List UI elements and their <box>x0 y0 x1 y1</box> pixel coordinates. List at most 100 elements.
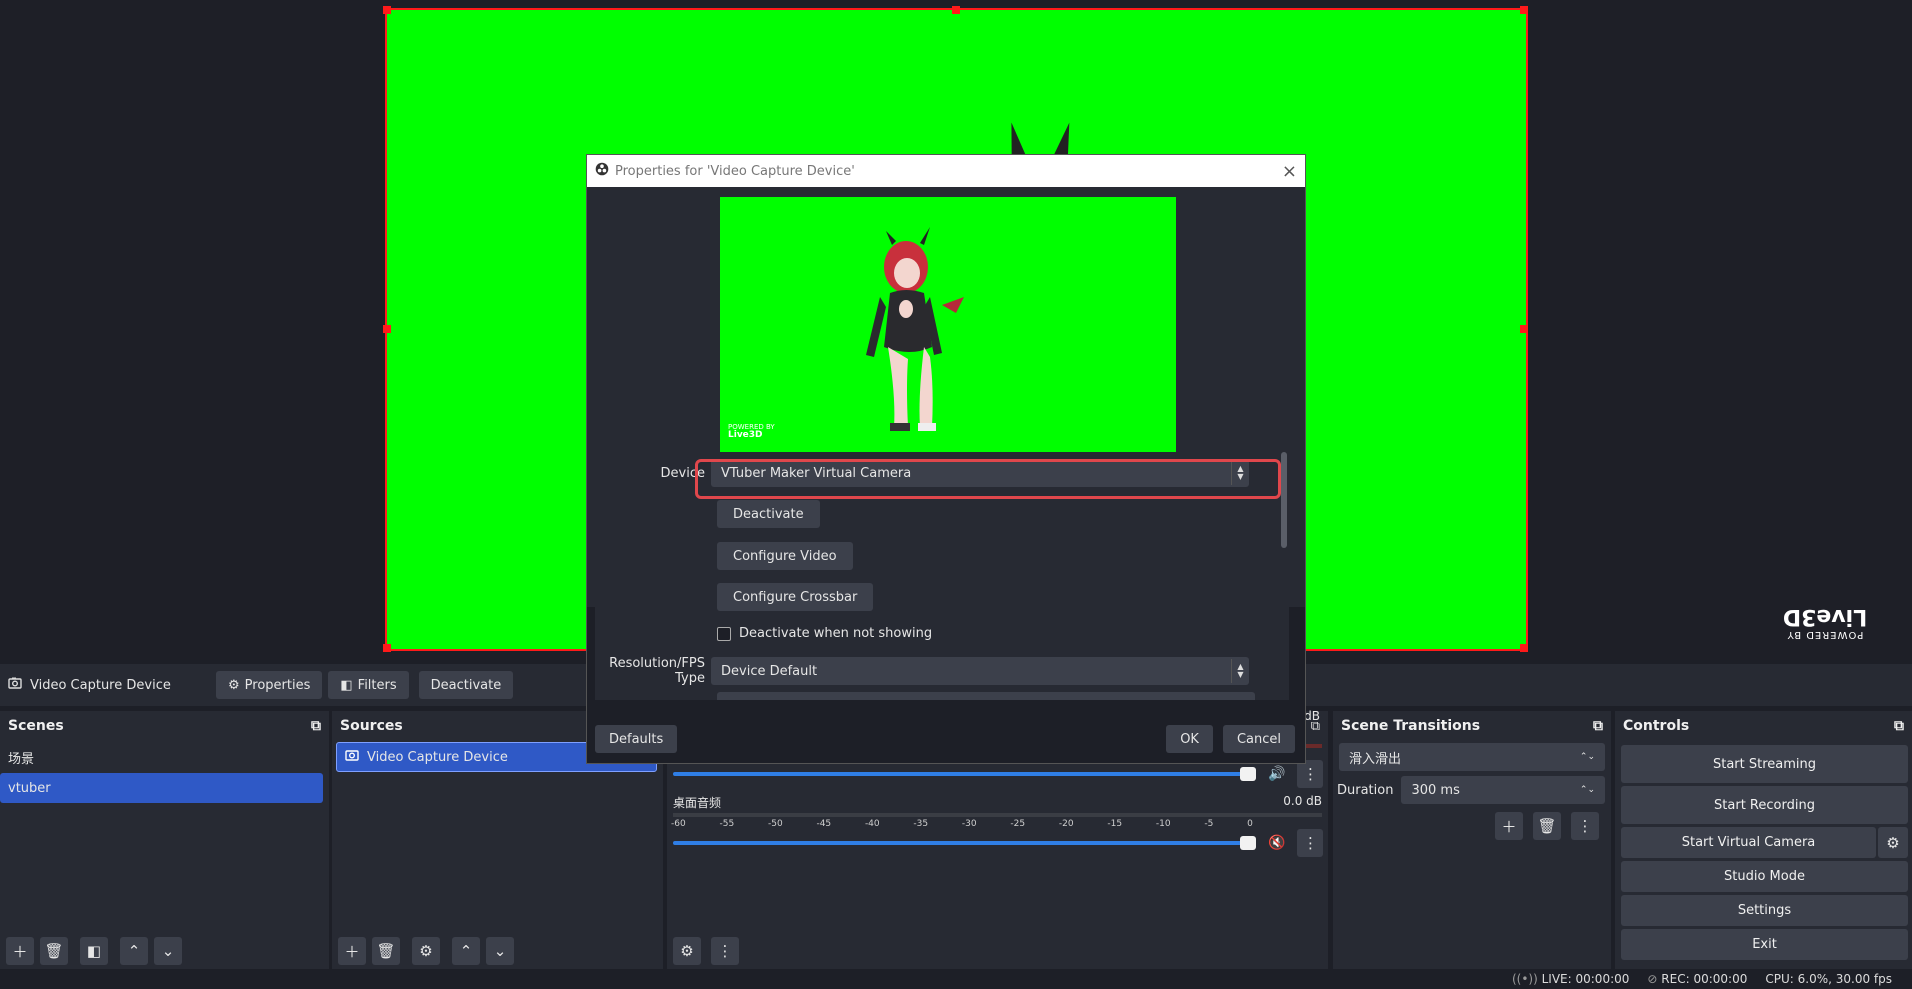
resize-handle-tc[interactable] <box>952 6 960 14</box>
add-source-button[interactable]: ＋ <box>338 937 366 965</box>
undock-icon[interactable]: ⧉ <box>1894 718 1904 734</box>
remove-scene-button[interactable]: 🗑 <box>40 937 68 965</box>
cancel-button[interactable]: Cancel <box>1222 725 1295 753</box>
channel-menu-button[interactable]: ⋮ <box>1297 760 1324 788</box>
move-source-up-button[interactable]: ⌃ <box>452 937 480 965</box>
scale-tick: -30 <box>961 819 977 829</box>
scale-tick: -40 <box>864 819 880 829</box>
character-figure <box>866 227 964 431</box>
live3d-watermark: POWERED BY Live3D <box>728 423 775 440</box>
toolbar-deactivate-label: Deactivate <box>430 677 502 693</box>
scene-filters-button[interactable]: ◧ <box>80 937 108 965</box>
mixer-menu-button[interactable]: ⋮ <box>711 937 739 965</box>
undock-icon[interactable]: ⧉ <box>1593 718 1603 734</box>
resize-handle-mr[interactable] <box>1520 325 1528 333</box>
duration-spinbox[interactable]: 300 ms ⌃⌄ <box>1401 776 1605 804</box>
sources-footer: ＋ 🗑 ⚙ ⌃ ⌄ <box>338 937 514 965</box>
rec-status: ⊘ REC: 00:00:00 <box>1647 972 1747 986</box>
resize-handle-tl[interactable] <box>383 6 391 14</box>
scene-item[interactable]: 场景 <box>0 742 323 772</box>
move-scene-up-button[interactable]: ⌃ <box>120 937 148 965</box>
transitions-title: Scene Transitions <box>1341 718 1481 734</box>
settings-button[interactable]: Settings <box>1621 895 1908 926</box>
move-scene-down-button[interactable]: ⌄ <box>154 937 182 965</box>
more-vertical-icon: ⋮ <box>1302 834 1318 852</box>
deactivate-when-not-showing-checkbox[interactable] <box>717 626 731 641</box>
scale-tick: -5 <box>1204 819 1214 829</box>
camera-icon <box>8 677 22 693</box>
configure-crossbar-row: Configure Crossbar <box>717 583 874 611</box>
gear-icon: ⚙ <box>419 942 433 960</box>
studio-mode-button[interactable]: Studio Mode <box>1621 861 1908 892</box>
chevron-down-icon: ⌄ <box>161 942 175 960</box>
speaker-icon[interactable]: 🔊 <box>1268 766 1285 782</box>
start-streaming-button[interactable]: Start Streaming <box>1621 745 1908 783</box>
volume-slider[interactable] <box>673 767 1256 781</box>
deactivate-when-not-showing-row: Deactivate when not showing <box>717 626 932 641</box>
obs-logo-icon <box>595 162 609 180</box>
move-source-down-button[interactable]: ⌄ <box>486 937 514 965</box>
undock-icon[interactable]: ⧉ <box>311 718 321 734</box>
configure-video-row: Configure Video <box>717 542 853 570</box>
duration-label: Duration <box>1337 782 1394 798</box>
scene-item[interactable]: vtuber <box>0 773 323 803</box>
remove-transition-button[interactable]: 🗑 <box>1533 812 1561 840</box>
exit-button[interactable]: Exit <box>1621 929 1908 960</box>
plus-icon: ＋ <box>344 942 360 961</box>
virtual-camera-settings-button[interactable]: ⚙ <box>1878 827 1908 858</box>
close-icon[interactable]: × <box>1282 161 1297 182</box>
properties-button[interactable]: ⚙ Properties <box>216 671 323 699</box>
toolbar-deactivate-button[interactable]: Deactivate <box>418 671 514 699</box>
form-scrollbar[interactable] <box>1281 452 1287 548</box>
chevron-up-icon: ⌃ <box>127 942 141 960</box>
configure-crossbar-label: Configure Crossbar <box>733 589 858 605</box>
resize-handle-bl[interactable] <box>383 644 391 652</box>
dialog-preview-video: POWERED BY Live3D <box>720 197 1176 453</box>
configure-crossbar-button[interactable]: Configure Crossbar <box>717 583 874 611</box>
scale-tick: -45 <box>816 819 832 829</box>
source-properties-button[interactable]: ⚙ <box>412 937 440 965</box>
controls-dock: Controls ⧉ Start Streaming Start Recordi… <box>1615 711 1912 969</box>
defaults-button[interactable]: Defaults <box>595 725 678 753</box>
more-vertical-icon: ⋮ <box>1302 765 1318 783</box>
controls-header: Controls ⧉ <box>1615 711 1912 741</box>
advanced-audio-button[interactable]: ⚙ <box>673 937 701 965</box>
rec-time: REC: 00:00:00 <box>1661 972 1748 986</box>
volume-slider[interactable] <box>673 836 1256 850</box>
add-scene-button[interactable]: ＋ <box>6 937 34 965</box>
scale-tick: -20 <box>1058 819 1074 829</box>
trash-icon: 🗑 <box>1537 817 1557 835</box>
resize-handle-tr[interactable] <box>1520 6 1528 14</box>
trash-icon: 🗑 <box>44 942 64 960</box>
add-transition-button[interactable]: ＋ <box>1495 812 1523 840</box>
resolution-select[interactable]: Device Default ▲ ▼ <box>711 657 1249 685</box>
dialog-titlebar[interactable]: Properties for 'Video Capture Device' × <box>587 155 1305 187</box>
transition-menu-button[interactable]: ⋮ <box>1571 812 1599 840</box>
resize-handle-ml[interactable] <box>383 325 391 333</box>
watermark-powered-by: POWERED BY <box>1786 629 1864 640</box>
volume-slider-knob[interactable] <box>1240 767 1256 781</box>
deactivate-button[interactable]: Deactivate <box>717 500 820 528</box>
broadcast-icon: ((•)) <box>1511 972 1538 986</box>
start-virtual-camera-button[interactable]: Start Virtual Camera <box>1621 827 1876 858</box>
volume-slider-knob[interactable] <box>1240 836 1256 850</box>
ok-button[interactable]: OK <box>1166 725 1213 753</box>
channel-menu-button[interactable]: ⋮ <box>1297 829 1324 857</box>
sources-title: Sources <box>340 718 403 734</box>
start-recording-button[interactable]: Start Recording <box>1621 786 1908 824</box>
resize-handle-br[interactable] <box>1520 644 1528 652</box>
scale-tick: -50 <box>767 819 783 829</box>
next-field[interactable] <box>717 692 1255 700</box>
transition-select[interactable]: 滑入滑出 ⌃⌄ <box>1339 743 1605 771</box>
configure-video-button[interactable]: Configure Video <box>717 542 853 570</box>
updown-icon: ⌃⌄ <box>1579 752 1595 762</box>
plus-icon: ＋ <box>12 942 28 961</box>
filters-button[interactable]: ◧ Filters <box>328 671 409 699</box>
resolution-row: Resolution/FPS Type Device Default ▲ ▼ <box>595 656 1275 686</box>
channel-2-name: 桌面音频 <box>673 796 722 810</box>
gears-icon: ⚙ <box>680 942 694 960</box>
muted-speaker-icon[interactable]: 🔇 <box>1268 835 1285 851</box>
deactivate-when-not-showing-label[interactable]: Deactivate when not showing <box>739 626 932 641</box>
dialog-actions: OK Cancel <box>1166 725 1295 753</box>
remove-source-button[interactable]: 🗑 <box>372 937 400 965</box>
